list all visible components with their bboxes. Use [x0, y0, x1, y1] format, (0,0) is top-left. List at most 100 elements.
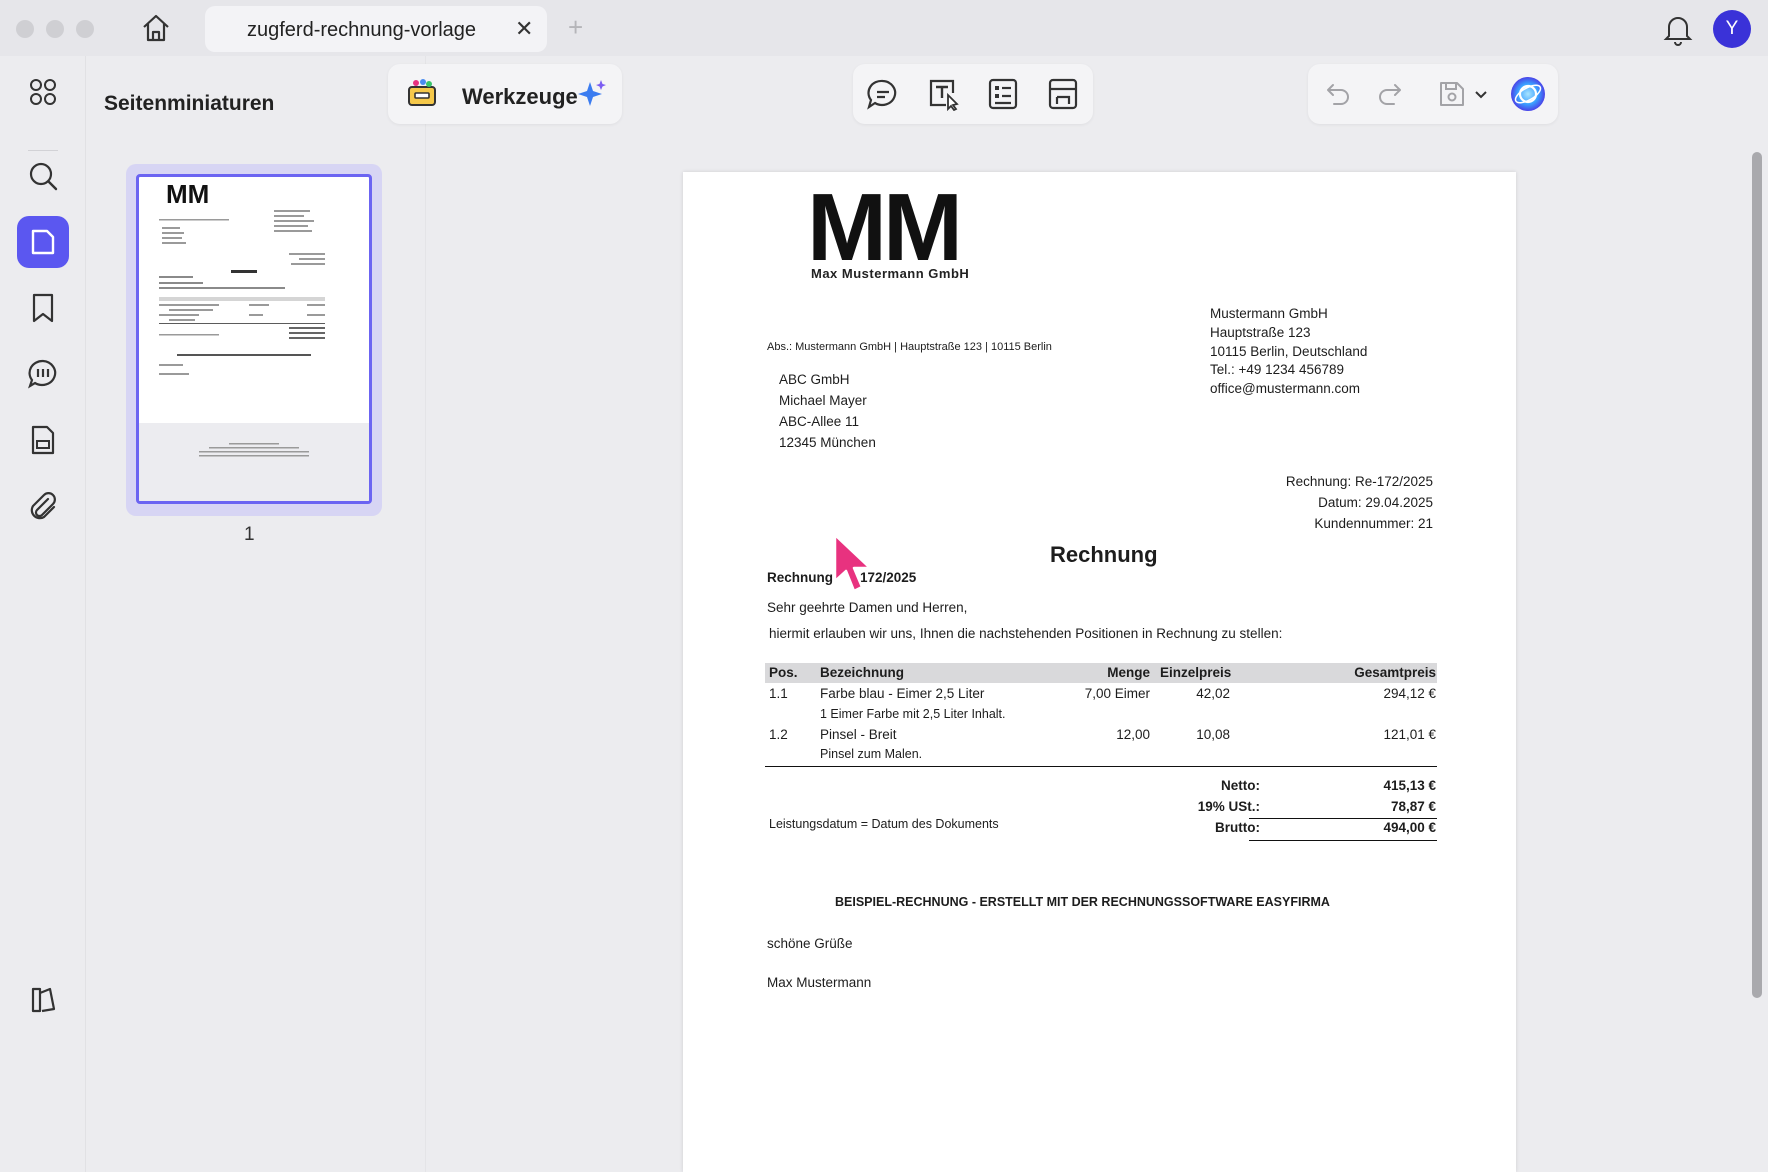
rail-comments-button[interactable]: [17, 348, 69, 400]
row-total: 121,01 €: [1383, 727, 1436, 742]
form-list-button[interactable]: [981, 72, 1025, 116]
thumbnail-content: MM: [139, 179, 369, 501]
rail-pages-button[interactable]: [17, 216, 69, 268]
row-item-name: Farbe blau - Eimer 2,5 Liter: [820, 686, 985, 701]
totals-rule: [1249, 840, 1437, 841]
mouse-cursor-icon: [833, 533, 872, 593]
subject-label: Rechnung: [767, 570, 833, 585]
total-label: 19% USt.:: [1197, 799, 1260, 814]
greeting: Sehr geehrte Damen und Herren,: [767, 600, 968, 615]
pages-icon: [31, 229, 55, 255]
chevron-down-icon: [1475, 91, 1487, 99]
comment-button[interactable]: [861, 72, 905, 116]
sender-address-line: Hauptstraße 123: [1210, 325, 1311, 340]
svg-text:MM: MM: [166, 179, 209, 209]
tab-title: zugferd-rechnung-vorlage: [247, 19, 477, 41]
save-icon: [1440, 82, 1464, 106]
zoom-window-button[interactable]: [76, 20, 94, 38]
sender-address-line: Tel.: +49 1234 456789: [1210, 362, 1344, 377]
minimize-window-button[interactable]: [46, 20, 64, 38]
crop-layout-button[interactable]: [1041, 72, 1085, 116]
row-item-description: 1 Eimer Farbe mit 2,5 Liter Inhalt.: [820, 707, 1006, 721]
column-header: Menge: [1107, 665, 1150, 680]
invoice-date: Datum: 29.04.2025: [1318, 495, 1433, 510]
crop-layout-icon: [1048, 78, 1078, 110]
row-total: 294,12 €: [1383, 686, 1436, 701]
recipient-line: Michael Mayer: [779, 393, 867, 408]
form-list-icon: [988, 78, 1018, 110]
tools-label: Werkzeuge: [462, 84, 578, 109]
column-header: Gesamtpreis: [1354, 665, 1436, 680]
table-bottom-rule: [765, 766, 1437, 767]
document-tab[interactable]: zugferd-rechnung-vorlage ✕: [205, 6, 547, 52]
rail-sidebar-toggle-button[interactable]: [17, 974, 69, 1026]
vertical-scrollbar[interactable]: [1752, 152, 1762, 998]
column-header: Einzelpreis: [1160, 665, 1232, 680]
service-date-note: Leistungsdatum = Datum des Dokuments: [769, 817, 999, 831]
rail-attachments-button[interactable]: [17, 480, 69, 532]
comments-icon: [28, 359, 57, 389]
sender-address-line: Mustermann GmbH: [1210, 306, 1328, 321]
row-quantity: 7,00 Eimer: [1084, 686, 1150, 701]
ai-assistant-button[interactable]: [1506, 72, 1550, 116]
new-tab-button[interactable]: +: [568, 14, 583, 40]
total-value: 415,13 €: [1383, 778, 1436, 793]
home-button[interactable]: [140, 12, 174, 46]
intro-text: hiermit erlauben wir uns, Ihnen die nach…: [769, 626, 1283, 641]
customer-number: Kundennummer: 21: [1314, 516, 1433, 531]
bell-icon: [1663, 17, 1693, 46]
company-logo-mark: MM: [807, 174, 963, 281]
total-label: Netto:: [1221, 778, 1260, 793]
ai-sparkle-icon[interactable]: [576, 78, 608, 110]
notifications-button[interactable]: [1663, 12, 1695, 46]
tools-button[interactable]: Werkzeuge: [388, 64, 622, 124]
column-header: Bezeichnung: [820, 665, 905, 680]
grid-icon: [30, 79, 56, 105]
undo-button[interactable]: [1316, 72, 1360, 116]
totals-rule: [1249, 818, 1437, 819]
edit-tools-group: [853, 64, 1093, 124]
footer-note: BEISPIEL-RECHNUNG - ERSTELLT MIT DER REC…: [835, 895, 1330, 909]
redo-button[interactable]: [1368, 72, 1412, 116]
rail-search-button[interactable]: [17, 150, 69, 202]
column-header: Pos.: [769, 665, 798, 680]
row-position: 1.2: [769, 727, 788, 742]
forms-icon: [31, 425, 55, 455]
recipient-line: ABC-Allee 11: [779, 414, 860, 429]
rail-forms-button[interactable]: [17, 414, 69, 466]
tab-close-button[interactable]: ✕: [515, 16, 533, 42]
invoice-number: Rechnung: Re-172/2025: [1285, 474, 1433, 489]
row-item-description: Pinsel zum Malen.: [820, 747, 923, 761]
sender-line: Abs.: Mustermann GmbH | Hauptstraße 123 …: [767, 341, 1052, 353]
signature-name: Max Mustermann: [767, 975, 872, 990]
save-options-dropdown[interactable]: [1466, 72, 1496, 116]
home-icon: [143, 14, 169, 42]
company-logo-name: Max Mustermann GmbH: [811, 266, 970, 281]
thumbnail-page-number: 1: [244, 524, 255, 545]
row-unit-price: 10,08: [1196, 727, 1230, 742]
sidebar-toggle-icon: [31, 987, 56, 1013]
title-bar: zugferd-rechnung-vorlage ✕ + Y: [0, 0, 1768, 56]
attachment-icon: [30, 492, 56, 520]
panel-title: Seitenminiaturen: [104, 92, 275, 115]
rail-grid-button[interactable]: [17, 66, 69, 118]
thumbnail-panel: Seitenminiaturen MM 1: [86, 56, 426, 1172]
total-value: 78,87 €: [1390, 799, 1436, 814]
user-avatar[interactable]: Y: [1713, 10, 1751, 48]
ai-assistant-icon: [1511, 77, 1545, 111]
pdf-page: MM Max Mustermann GmbH Abs.: Mustermann …: [683, 172, 1516, 1172]
thumbnail-preview: MM: [136, 174, 372, 504]
row-item-name: Pinsel - Breit: [820, 727, 897, 742]
sender-email: office@mustermann.com: [1210, 381, 1361, 396]
row-position: 1.1: [769, 686, 788, 701]
close-window-button[interactable]: [16, 20, 34, 38]
search-icon: [29, 162, 58, 191]
text-edit-button[interactable]: [921, 72, 965, 116]
document-heading: Rechnung: [1050, 542, 1158, 567]
sender-address-line: 10115 Berlin, Deutschland: [1210, 344, 1368, 359]
redo-icon: [1379, 84, 1401, 105]
total-value: 494,00 €: [1383, 820, 1436, 835]
page-thumbnail[interactable]: MM: [126, 164, 382, 516]
comment-icon: [867, 79, 897, 110]
rail-bookmarks-button[interactable]: [17, 282, 69, 334]
